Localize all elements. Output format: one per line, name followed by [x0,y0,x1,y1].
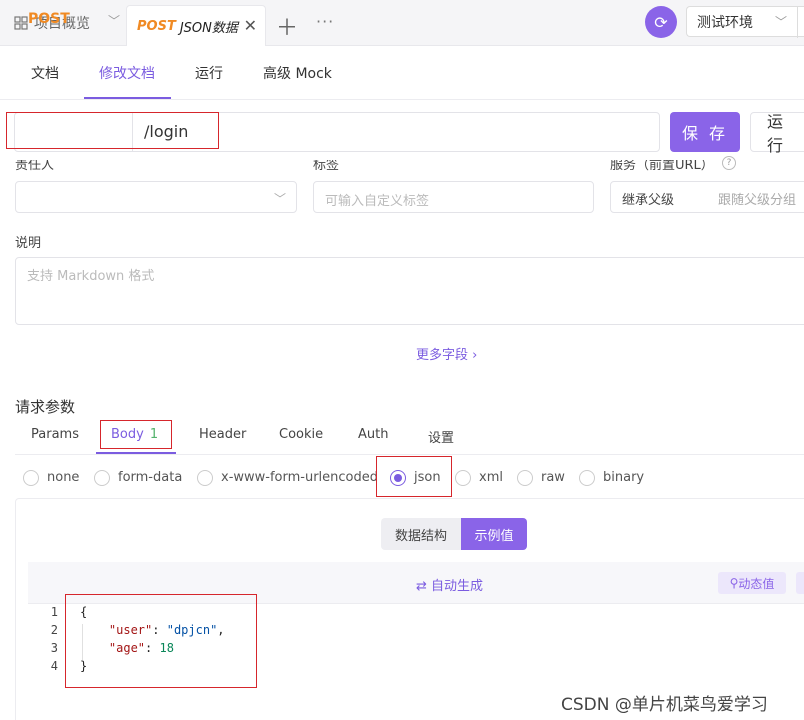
line-number: 3 [50,641,58,655]
subnav-docs[interactable]: 文档 [31,46,59,100]
divider [797,7,798,38]
auto-generate-button[interactable]: ⇄ 自动生成 [416,575,483,594]
tab-method-badge: POST [137,18,176,34]
tab-title: JSON数据 [179,20,238,36]
subnav-advanced-mock[interactable]: 高级 Mock [263,46,332,100]
add-tab-icon[interactable]: ＋ [276,10,298,42]
radio-xml-label: xml [479,470,503,485]
annotation-box-json [376,456,452,497]
tab-settings[interactable]: 设置 [428,427,454,446]
save-button[interactable]: 保 存 [670,112,740,152]
description-placeholder: 支持 Markdown 格式 [27,269,155,284]
request-params-title: 请求参数 [15,398,76,416]
divider [15,454,804,455]
doc-subnav: 文档 修改文档 运行 高级 Mock [0,46,804,100]
tag-placeholder: 可输入自定义标签 [325,194,430,209]
annotation-box-json-body [65,594,257,688]
radio-urlencoded-label: x-www-form-urlencoded [221,470,379,485]
line-number: 2 [50,623,58,637]
tab-post-json[interactable]: POST JSON数据 ✕ [126,5,266,46]
top-tab-bar [0,0,804,46]
tab-cookie[interactable]: Cookie [279,427,323,442]
radio-raw[interactable] [517,470,533,486]
more-fields-link[interactable]: 更多字段 › [416,344,477,363]
watermark: CSDN @单片机菜鸟爱学习 [561,695,768,715]
radio-binary[interactable] [579,470,595,486]
chevron-down-icon: ﹀ [775,15,788,29]
more-icon[interactable]: ··· [316,12,334,31]
run-button[interactable]: 运 行 [750,112,804,155]
tab-auth[interactable]: Auth [358,427,388,442]
dynamic-value-button[interactable]: ⚲ 动态值 [718,572,786,594]
chevron-down-icon: ﹀ [274,192,287,206]
segment-example-value[interactable]: 示例值 [461,518,527,550]
tag-label: 标签 [313,158,340,173]
environment-select[interactable]: 测试环境 ﹀ [686,6,804,38]
radio-raw-label: raw [541,470,565,485]
owner-label: 责任人 [15,158,55,173]
radio-binary-label: binary [603,470,645,485]
radio-none-label: none [47,470,80,485]
service-label: 服务（前置URL） [610,158,714,173]
close-icon[interactable]: ✕ [244,16,257,35]
radio-form-data-label: form-data [118,470,183,485]
active-tab-indicator [96,452,176,454]
grid-icon [14,16,28,30]
description-label: 说明 [15,236,42,251]
editor-toolbar-button[interactable] [796,572,804,594]
radio-none[interactable] [23,470,39,486]
radio-form-data[interactable] [94,470,110,486]
active-tab-indicator [84,97,171,99]
wand-icon: ⚲ [729,576,739,590]
environment-label: 测试环境 [697,14,753,31]
help-icon[interactable]: ? [722,156,736,170]
subnav-edit-docs[interactable]: 修改文档 [99,46,155,100]
annotation-box-url [6,112,219,149]
service-hint: 跟随父级分组 [718,193,797,208]
tab-params[interactable]: Params [31,427,79,442]
service-value: 继承父级 [622,193,675,208]
segment-data-structure[interactable]: 数据结构 [381,518,461,550]
annotation-box-body [100,420,172,449]
line-number: 1 [50,605,58,619]
method-select[interactable]: POST [28,11,70,27]
radio-x-www-form-urlencoded[interactable] [197,470,213,486]
line-number: 4 [50,659,58,673]
tab-header[interactable]: Header [199,427,246,442]
sync-icon[interactable]: ⟳ [645,6,677,38]
refresh-icon: ⇄ [416,579,432,594]
radio-xml[interactable] [455,470,471,486]
chevron-down-icon: ﹀ [108,14,121,28]
owner-select[interactable] [15,181,297,213]
subnav-run[interactable]: 运行 [195,46,223,100]
